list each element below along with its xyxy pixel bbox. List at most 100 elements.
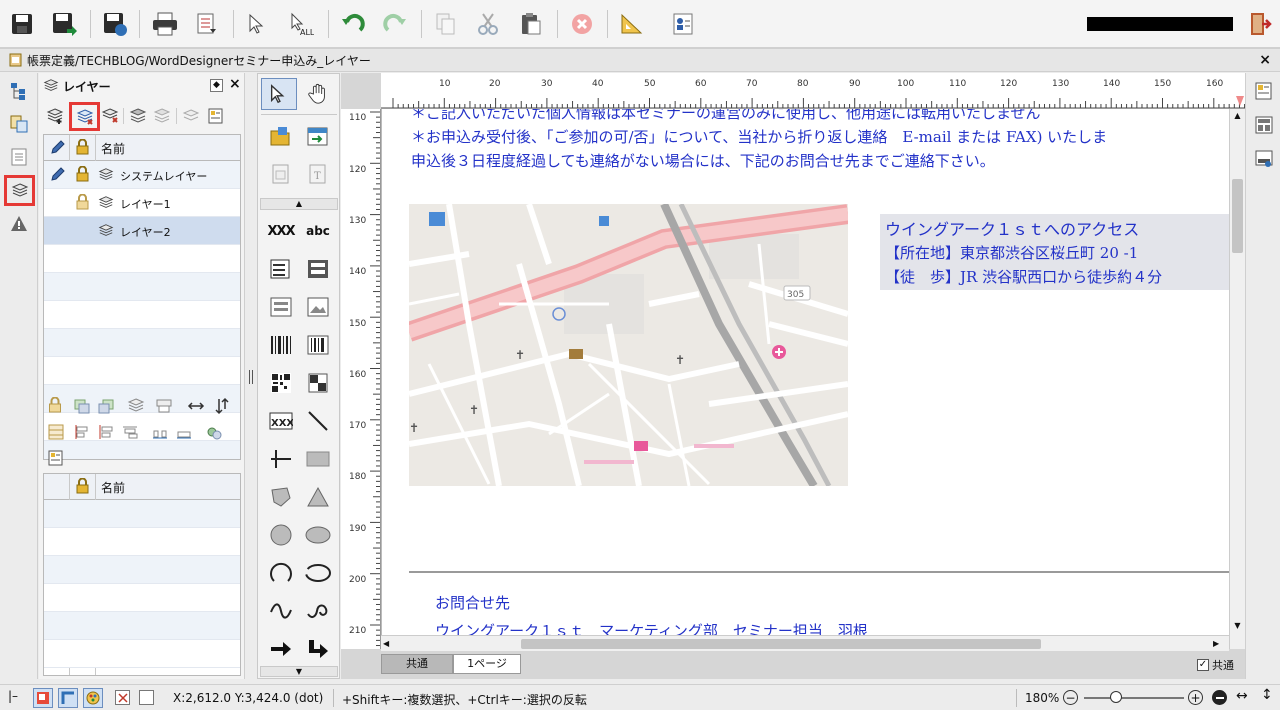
wave-icon[interactable] bbox=[263, 596, 299, 626]
scroll-thumb[interactable] bbox=[1232, 179, 1243, 253]
layer-row-2[interactable]: レイヤー2 bbox=[44, 217, 240, 245]
line-icon[interactable] bbox=[300, 406, 336, 436]
list-field-icon[interactable] bbox=[263, 254, 299, 284]
align-center-icon[interactable] bbox=[97, 423, 115, 441]
exit-icon[interactable] bbox=[1243, 5, 1277, 43]
snap-grid-toggle[interactable] bbox=[33, 688, 53, 708]
fit-page-icon[interactable] bbox=[1212, 690, 1227, 705]
horizontal-scrollbar[interactable]: ◀ ▶ bbox=[381, 635, 1229, 651]
insert-text-page-icon[interactable]: T bbox=[300, 159, 336, 189]
group-icon[interactable] bbox=[205, 423, 223, 441]
blank-toggle[interactable] bbox=[139, 690, 154, 705]
scroll-left-arrow[interactable]: ◀ bbox=[383, 636, 397, 651]
close-document-icon[interactable]: × bbox=[1259, 52, 1271, 68]
layer-add-icon[interactable] bbox=[46, 107, 64, 125]
tree-view-icon[interactable] bbox=[9, 81, 29, 101]
layer-row-system[interactable]: システムレイヤー bbox=[44, 161, 240, 189]
layers-tab-highlight[interactable] bbox=[4, 175, 35, 206]
property-sheet-icon[interactable] bbox=[1254, 81, 1274, 101]
arrow-bent-icon[interactable] bbox=[300, 634, 336, 664]
common-checkbox[interactable]: ✓ 共通 bbox=[1197, 657, 1243, 673]
arc-icon[interactable] bbox=[263, 558, 299, 588]
qr-code-icon[interactable] bbox=[263, 368, 299, 398]
layer-properties-icon[interactable] bbox=[207, 107, 225, 125]
arrow-right-icon[interactable] bbox=[263, 634, 299, 664]
error-toggle[interactable] bbox=[115, 690, 130, 705]
triangle-icon[interactable] bbox=[300, 482, 336, 512]
zoom-out-icon[interactable]: − bbox=[1063, 690, 1078, 705]
swap-vertical-icon[interactable] bbox=[213, 397, 231, 415]
send-back-icon[interactable] bbox=[97, 397, 115, 415]
curve-icon[interactable] bbox=[300, 596, 336, 626]
barcode-icon[interactable] bbox=[263, 330, 299, 360]
rectangle-icon[interactable] bbox=[300, 444, 336, 474]
lock-object-icon[interactable] bbox=[47, 396, 65, 415]
warning-icon[interactable] bbox=[9, 214, 29, 234]
layer-merge-icon[interactable] bbox=[182, 107, 200, 125]
close-panel-icon[interactable]: × bbox=[229, 76, 241, 92]
fit-height-icon[interactable]: ↕ bbox=[1261, 687, 1273, 703]
vertical-scrollbar[interactable]: ▲ ▼ bbox=[1229, 109, 1245, 649]
move-layer-icon[interactable] bbox=[127, 397, 145, 415]
zoom-slider-track[interactable] bbox=[1084, 697, 1184, 699]
access-info-box[interactable]: ウイングアーク１ｓｔへのアクセス 【所在地】東京都渋谷区桜丘町 20 -1 【徒… bbox=[880, 214, 1229, 290]
hand-tool-icon[interactable] bbox=[300, 79, 336, 109]
layer-row-1[interactable]: レイヤー1 bbox=[44, 189, 240, 217]
barcode-text-icon[interactable] bbox=[300, 330, 336, 360]
polygon-icon[interactable] bbox=[263, 482, 299, 512]
insert-page-icon[interactable] bbox=[263, 159, 299, 189]
save-icon[interactable] bbox=[5, 5, 39, 43]
panel-splitter[interactable] bbox=[246, 73, 256, 679]
align-grid-icon[interactable] bbox=[47, 423, 65, 441]
save-as-icon[interactable] bbox=[47, 5, 81, 43]
output-settings-icon[interactable] bbox=[1254, 149, 1274, 169]
cross-line-icon[interactable] bbox=[263, 444, 299, 474]
lock-icon[interactable] bbox=[75, 194, 90, 210]
copy-icon[interactable] bbox=[429, 5, 463, 43]
ruler-triangle-icon[interactable] bbox=[615, 5, 649, 43]
align-left-icon[interactable] bbox=[73, 423, 91, 441]
ellipse-outline-icon[interactable] bbox=[300, 558, 336, 588]
document-page[interactable]: ＊ご記入いただいた個人情報は本セミナーの運営のみに使用し、他用途には転用いたしま… bbox=[381, 109, 1229, 649]
align-right-icon[interactable] bbox=[121, 423, 139, 441]
object-properties-icon[interactable] bbox=[47, 449, 65, 467]
print-icon[interactable] bbox=[148, 5, 182, 43]
guide-toggle[interactable] bbox=[58, 688, 78, 708]
distribute-v-icon[interactable] bbox=[175, 423, 193, 441]
select-tool[interactable] bbox=[261, 78, 297, 110]
palette-scroll-down[interactable]: ▼ bbox=[260, 666, 338, 677]
cut-icon[interactable] bbox=[471, 5, 505, 43]
lock-icon[interactable] bbox=[75, 166, 90, 182]
layer-up-icon[interactable] bbox=[129, 107, 147, 125]
text-abc[interactable]: abc bbox=[300, 216, 336, 246]
tab-common[interactable]: 共通 bbox=[381, 654, 453, 674]
pin-icon[interactable]: ◆ bbox=[210, 79, 223, 92]
image-icon[interactable] bbox=[300, 292, 336, 322]
print-preview-icon[interactable] bbox=[190, 5, 224, 43]
swap-horizontal-icon[interactable] bbox=[187, 397, 205, 415]
color-palette-toggle[interactable] bbox=[83, 688, 103, 708]
scroll-up-arrow[interactable]: ▲ bbox=[1230, 109, 1245, 123]
bring-front-icon[interactable] bbox=[73, 397, 91, 415]
zoom-slider-thumb[interactable] bbox=[1110, 691, 1123, 703]
copy-layout-icon[interactable] bbox=[9, 114, 29, 134]
fit-width-icon[interactable]: ↔ bbox=[1236, 688, 1248, 704]
list-view-icon[interactable] bbox=[9, 147, 29, 167]
open-folder-icon[interactable] bbox=[263, 122, 299, 152]
zoom-in-icon[interactable]: + bbox=[1188, 690, 1203, 705]
delete-icon[interactable] bbox=[565, 5, 599, 43]
access-map-image[interactable]: 305 ✝ ✝ ✝ ✝ bbox=[409, 204, 848, 486]
properties-card-icon[interactable] bbox=[666, 5, 700, 43]
palette-scroll-up[interactable]: ▲ bbox=[260, 198, 338, 210]
circle-icon[interactable] bbox=[263, 520, 299, 550]
record-field-icon[interactable] bbox=[300, 254, 336, 284]
import-table-icon[interactable] bbox=[300, 122, 336, 152]
select-pointer-icon[interactable] bbox=[241, 5, 275, 43]
undo-icon[interactable] bbox=[336, 5, 370, 43]
split-field-icon[interactable] bbox=[300, 368, 336, 398]
save-all-icon[interactable] bbox=[98, 5, 132, 43]
scroll-thumb-h[interactable] bbox=[521, 639, 1041, 649]
field-list-icon[interactable] bbox=[1254, 115, 1274, 135]
text-field-xxx[interactable]: XXX bbox=[263, 216, 299, 246]
layer-insert-highlight[interactable] bbox=[69, 102, 100, 131]
